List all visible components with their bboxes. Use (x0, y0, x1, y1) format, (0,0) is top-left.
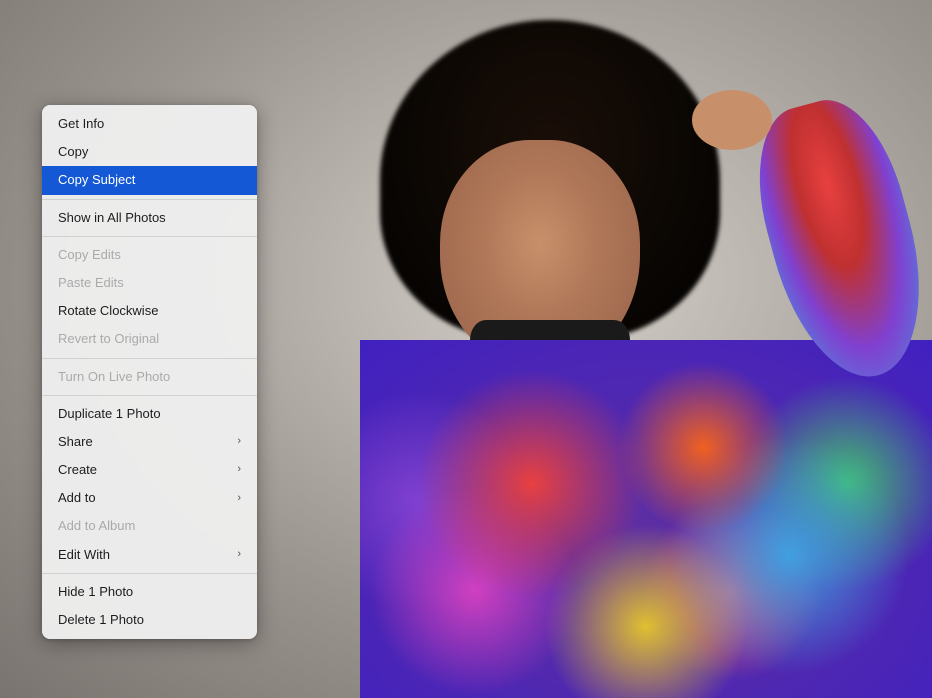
menu-item-share[interactable]: Share › (42, 428, 257, 456)
menu-item-label: Delete 1 Photo (58, 611, 144, 629)
menu-item-duplicate-photo[interactable]: Duplicate 1 Photo (42, 400, 257, 428)
menu-item-create[interactable]: Create › (42, 456, 257, 484)
menu-item-label: Copy Edits (58, 246, 121, 264)
menu-separator (42, 395, 257, 396)
menu-item-label: Share (58, 433, 93, 451)
menu-separator (42, 199, 257, 200)
submenu-chevron-icon: › (237, 462, 241, 477)
menu-item-label: Revert to Original (58, 330, 159, 348)
context-menu: Get Info Copy Copy Subject Show in All Phot… (42, 105, 257, 639)
menu-item-label: Hide 1 Photo (58, 583, 133, 601)
menu-item-get-info[interactable]: Get Info (42, 110, 257, 138)
menu-item-copy[interactable]: Copy (42, 138, 257, 166)
menu-item-edit-with[interactable]: Edit With › (42, 541, 257, 569)
menu-item-copy-edits: Copy Edits (42, 241, 257, 269)
menu-item-label: Add to (58, 489, 96, 507)
menu-item-add-to[interactable]: Add to › (42, 484, 257, 512)
submenu-chevron-icon: › (237, 491, 241, 506)
menu-item-rotate-clockwise[interactable]: Rotate Clockwise (42, 297, 257, 325)
menu-item-copy-subject[interactable]: Copy Subject (42, 166, 257, 194)
menu-item-label: Paste Edits (58, 274, 124, 292)
menu-separator (42, 573, 257, 574)
menu-item-paste-edits: Paste Edits (42, 269, 257, 297)
menu-item-label: Copy (58, 143, 88, 161)
menu-item-label: Turn On Live Photo (58, 368, 170, 386)
menu-item-turn-on-live-photo: Turn On Live Photo (42, 363, 257, 391)
menu-item-label: Show in All Photos (58, 209, 166, 227)
menu-item-show-in-all-photos[interactable]: Show in All Photos (42, 204, 257, 232)
menu-separator (42, 358, 257, 359)
menu-item-label: Edit With (58, 546, 110, 564)
menu-item-delete-photo[interactable]: Delete 1 Photo (42, 606, 257, 634)
menu-item-hide-photo[interactable]: Hide 1 Photo (42, 578, 257, 606)
menu-item-revert-to-original: Revert to Original (42, 325, 257, 353)
submenu-chevron-icon: › (237, 434, 241, 449)
menu-item-label: Rotate Clockwise (58, 302, 158, 320)
menu-item-label: Get Info (58, 115, 104, 133)
menu-item-label: Add to Album (58, 517, 135, 535)
menu-item-label: Create (58, 461, 97, 479)
menu-item-label: Copy Subject (58, 171, 135, 189)
menu-separator (42, 236, 257, 237)
menu-item-label: Duplicate 1 Photo (58, 405, 161, 423)
submenu-chevron-icon: › (237, 547, 241, 562)
menu-item-add-to-album: Add to Album (42, 512, 257, 540)
